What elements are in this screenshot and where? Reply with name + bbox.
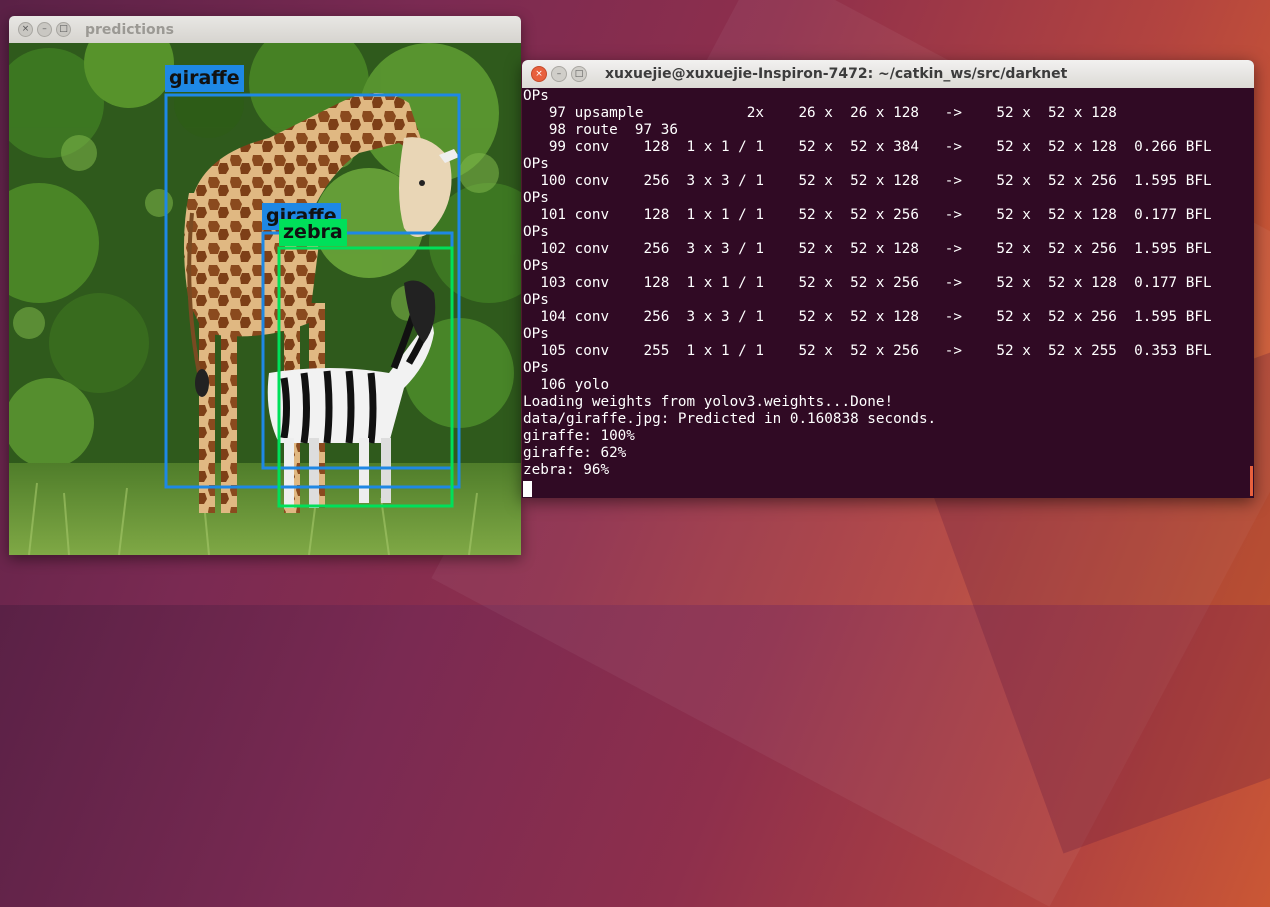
terminal-prompt-line[interactable]: [523, 479, 1254, 498]
close-icon[interactable]: ×: [531, 66, 547, 82]
terminal-line: OPs: [523, 156, 549, 172]
detection-label-zebra: zebra: [279, 219, 347, 246]
terminal-line: zebra: 96%: [523, 462, 610, 478]
terminal-lines: OPs 97 upsample 2x 26 x 26 x 128 -> 52 x…: [523, 88, 1254, 479]
terminal-line: 104 conv 256 3 x 3 / 1 52 x 52 x 128 -> …: [523, 309, 1212, 325]
terminal-line: OPs: [523, 224, 549, 240]
terminal-line: OPs: [523, 326, 549, 342]
scrollbar-indicator[interactable]: [1250, 466, 1253, 496]
minimize-icon[interactable]: –: [37, 22, 52, 37]
terminal-line: 106 yolo: [523, 377, 610, 393]
predictions-titlebar[interactable]: × – □ predictions: [9, 16, 521, 43]
terminal-window: × – □ xuxuejie@xuxuejie-Inspiron-7472: ~…: [522, 60, 1254, 498]
terminal-titlebar[interactable]: × – □ xuxuejie@xuxuejie-Inspiron-7472: ~…: [522, 60, 1254, 88]
terminal-line: OPs: [523, 190, 549, 206]
terminal-line: 97 upsample 2x 26 x 26 x 128 -> 52 x 52 …: [523, 105, 1117, 121]
terminal-output[interactable]: OPs 97 upsample 2x 26 x 26 x 128 -> 52 x…: [523, 88, 1254, 498]
terminal-line: giraffe: 62%: [523, 445, 627, 461]
detection-label-giraffe-1: giraffe: [165, 65, 244, 92]
predictions-window: × – □ predictions giraffe giraffe zebra: [9, 16, 521, 555]
terminal-line: 103 conv 128 1 x 1 / 1 52 x 52 x 256 -> …: [523, 275, 1212, 291]
maximize-icon[interactable]: □: [571, 66, 587, 82]
window-title: predictions: [85, 21, 174, 38]
terminal-line: OPs: [523, 292, 549, 308]
text-cursor: [523, 481, 532, 497]
maximize-icon[interactable]: □: [56, 22, 71, 37]
terminal-line: 101 conv 128 1 x 1 / 1 52 x 52 x 256 -> …: [523, 207, 1212, 223]
terminal-line: 100 conv 256 3 x 3 / 1 52 x 52 x 128 -> …: [523, 173, 1212, 189]
prediction-image: giraffe giraffe zebra: [9, 43, 521, 555]
close-icon[interactable]: ×: [18, 22, 33, 37]
terminal-line: OPs: [523, 88, 549, 104]
terminal-line: 98 route 97 36: [523, 122, 678, 138]
terminal-line: OPs: [523, 258, 549, 274]
terminal-line: 99 conv 128 1 x 1 / 1 52 x 52 x 384 -> 5…: [523, 139, 1212, 155]
terminal-line: giraffe: 100%: [523, 428, 635, 444]
terminal-line: 102 conv 256 3 x 3 / 1 52 x 52 x 128 -> …: [523, 241, 1212, 257]
terminal-line: Loading weights from yolov3.weights...Do…: [523, 394, 894, 410]
minimize-icon[interactable]: –: [551, 66, 567, 82]
window-title: xuxuejie@xuxuejie-Inspiron-7472: ~/catki…: [605, 66, 1068, 82]
giraffe-scene-illustration: [9, 43, 521, 555]
terminal-line: data/giraffe.jpg: Predicted in 0.160838 …: [523, 411, 937, 427]
terminal-line: OPs: [523, 360, 549, 376]
terminal-line: 105 conv 255 1 x 1 / 1 52 x 52 x 256 -> …: [523, 343, 1212, 359]
